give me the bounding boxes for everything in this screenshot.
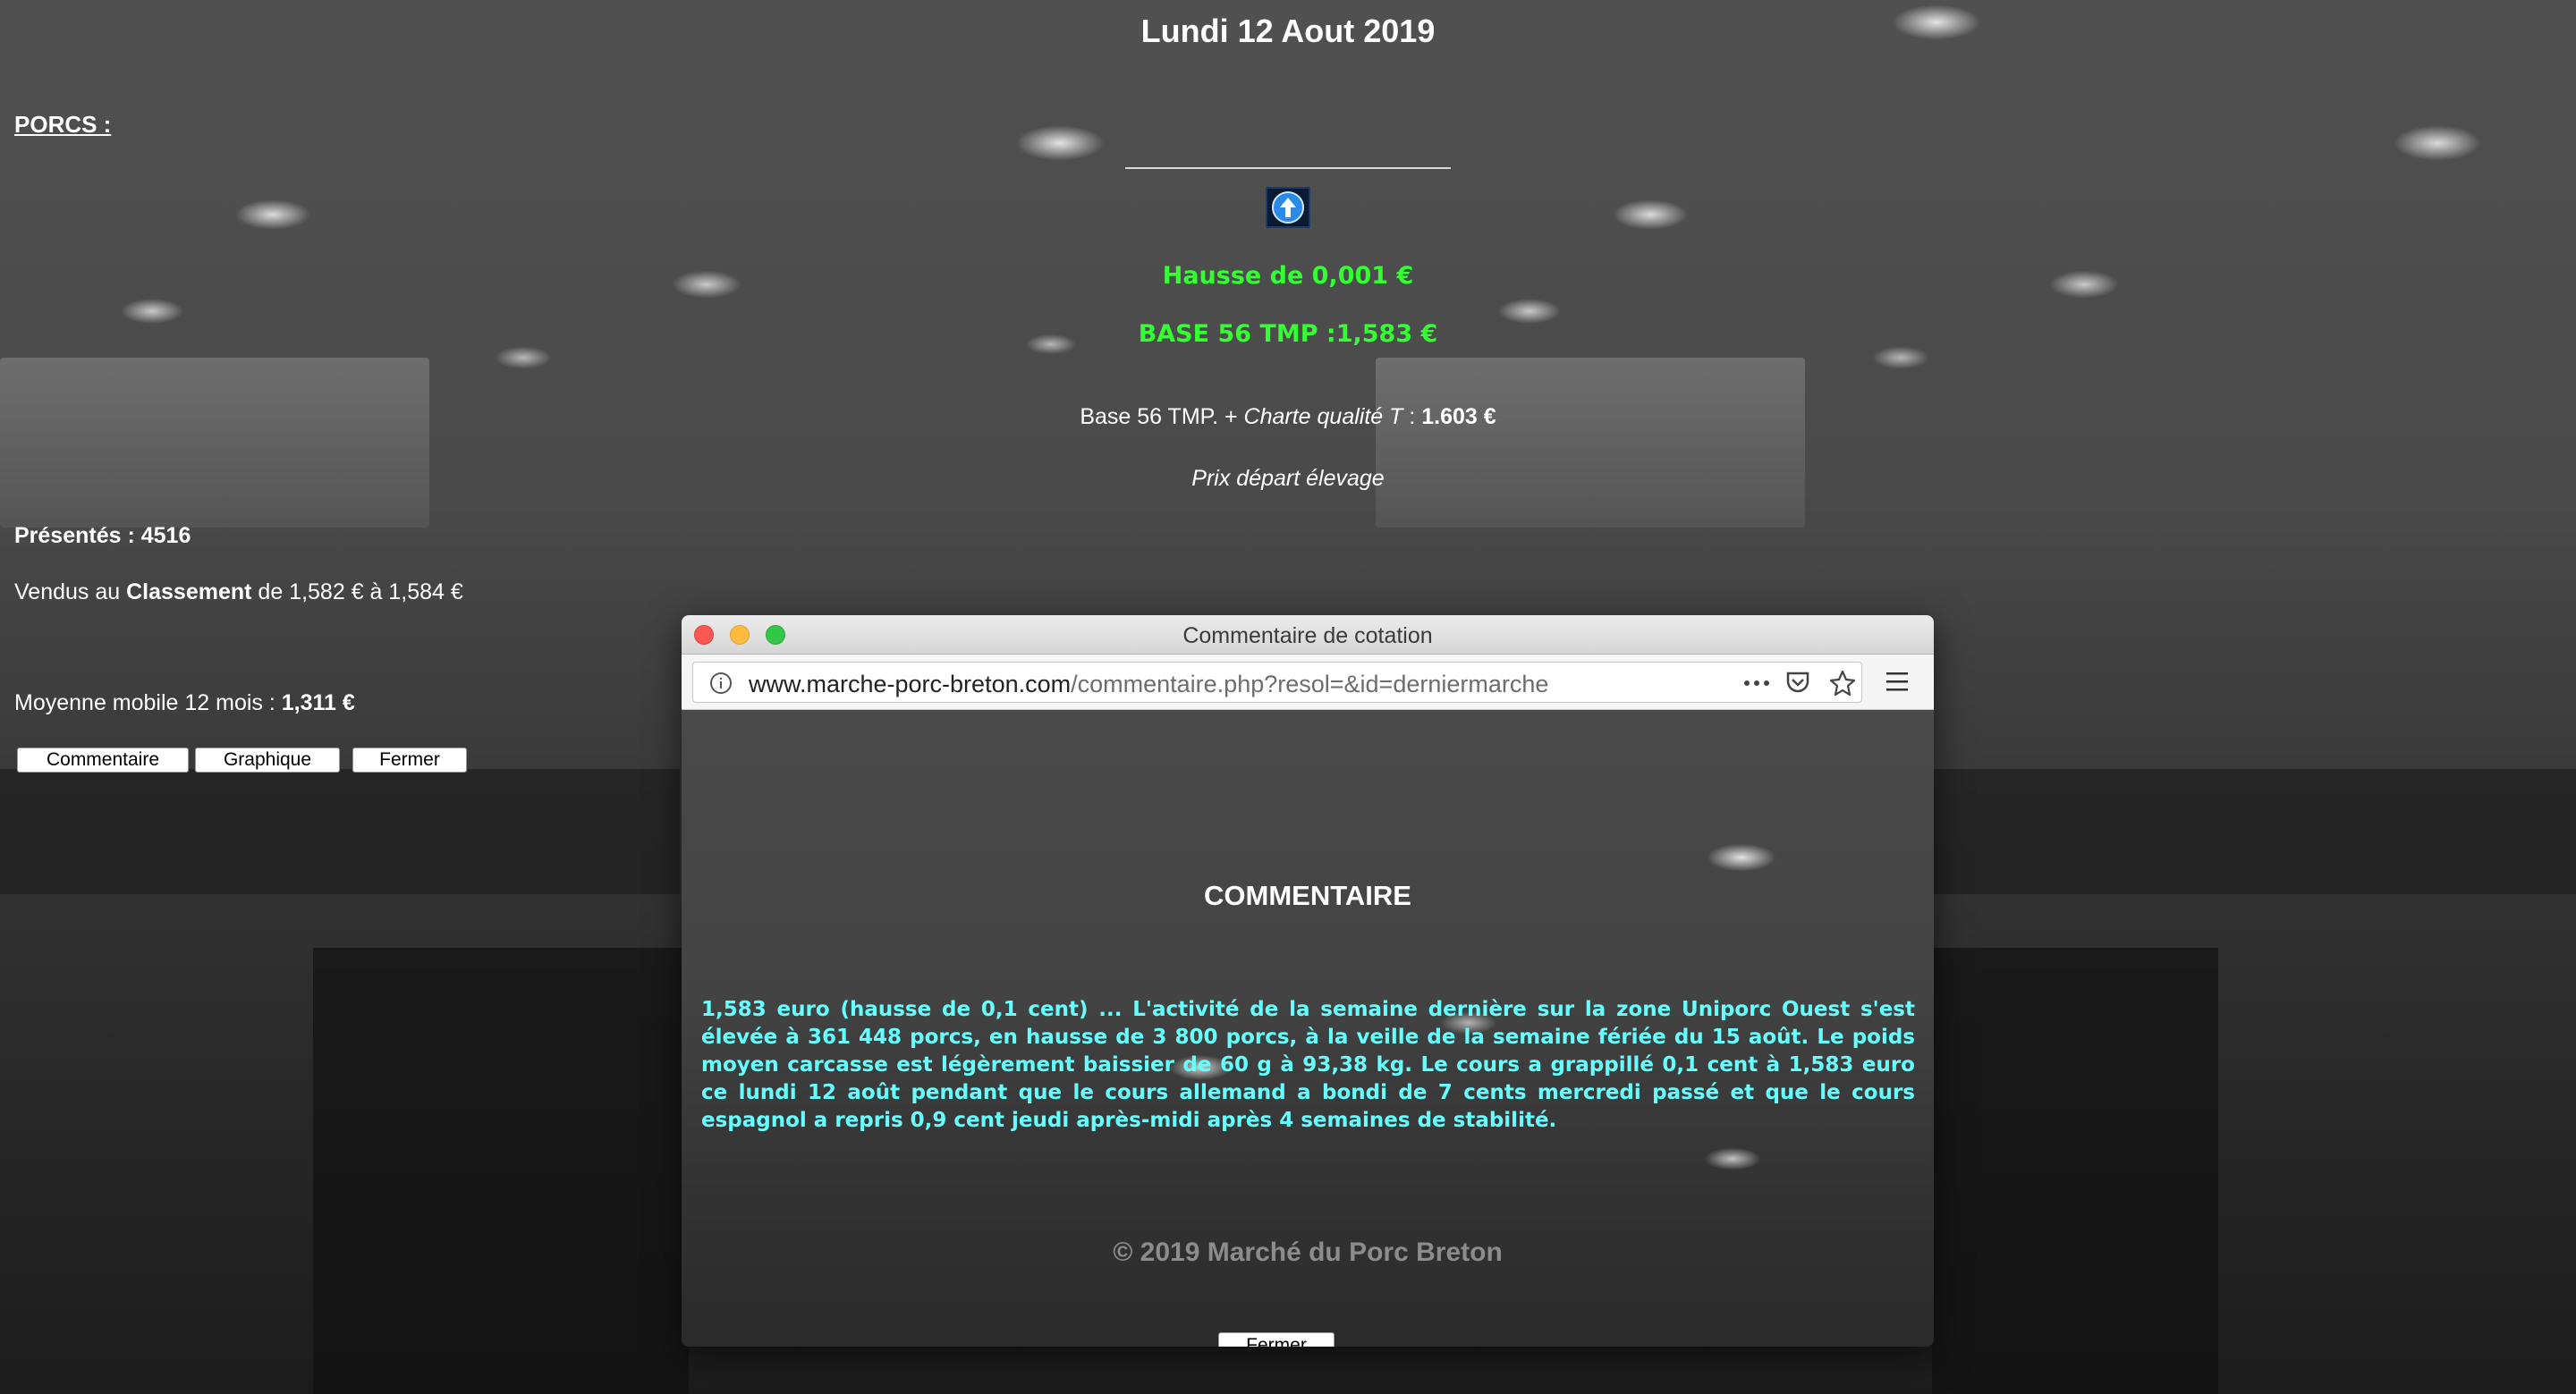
- moyenne-value: 1,311 €: [281, 690, 355, 715]
- vendus-line: Vendus au Classement de 1,582 € à 1,584 …: [14, 579, 463, 605]
- url-domain: www.marche-porc-breton.com: [749, 671, 1072, 697]
- window-title: Commentaire de cotation: [1182, 623, 1433, 648]
- url-text[interactable]: www.marche-porc-breton.com/commentaire.p…: [749, 671, 1548, 698]
- copyright: © 2019 Marché du Porc Breton: [1113, 1238, 1503, 1267]
- presentes-label: Présentés :: [14, 523, 141, 548]
- base-price: BASE 56 TMP :1,583 €: [1138, 320, 1438, 348]
- prix-depart: Prix départ élevage: [1191, 466, 1385, 491]
- vendus-prefix: Vendus au: [14, 579, 127, 604]
- presentes-value: 4516: [140, 523, 191, 548]
- comment-heading: COMMENTAIRE: [1204, 880, 1411, 911]
- up-arrow-icon: [1266, 187, 1310, 228]
- moyenne-label: Moyenne mobile 12 mois :: [14, 690, 282, 715]
- charte-label: Charte qualité T: [1243, 404, 1403, 429]
- comment-text: 1,583 euro (hausse de 0,1 cent) ... L'ac…: [701, 998, 1915, 1132]
- charte-separator: :: [1402, 404, 1422, 429]
- info-icon[interactable]: [709, 672, 733, 699]
- charte-line: Base 56 TMP. + Charte qualité T : 1.603 …: [930, 404, 1646, 430]
- presentes-line: Présentés : 4516: [14, 523, 191, 549]
- popup-content: COMMENTAIRE 1,583 euro (hausse de 0,1 ce…: [682, 710, 1934, 1347]
- vendus-range: de 1,582 € à 1,584 €: [251, 579, 463, 604]
- url-bar[interactable]: www.marche-porc-breton.com/commentaire.p…: [692, 662, 1862, 703]
- commentaire-button[interactable]: Commentaire: [17, 748, 189, 773]
- graphique-button[interactable]: Graphique: [195, 748, 340, 773]
- divider: [1125, 167, 1451, 169]
- url-path: /commentaire.php?resol=&id=derniermarche: [1071, 671, 1549, 697]
- fermer-button[interactable]: Fermer: [352, 748, 467, 773]
- section-title: PORCS :: [14, 111, 112, 138]
- more-icon[interactable]: [1741, 672, 1772, 699]
- popup-close-button[interactable]: Fermer: [1218, 1332, 1335, 1347]
- page-date: Lundi 12 Aout 2019: [1140, 13, 1436, 49]
- menu-icon[interactable]: [1885, 671, 1909, 697]
- price-change: Hausse de 0,001 €: [1162, 262, 1414, 290]
- browser-toolbar: www.marche-porc-breton.com/commentaire.p…: [682, 655, 1934, 710]
- moyenne-line: Moyenne mobile 12 mois : 1,311 €: [14, 690, 355, 716]
- charte-value: 1.603 €: [1421, 404, 1496, 429]
- charte-prefix: Base 56 TMP. +: [1080, 404, 1244, 429]
- vendus-label: Classement: [126, 579, 252, 604]
- comment-popup-window: Commentaire de cotation www.marche-porc-…: [682, 615, 1934, 1347]
- window-titlebar[interactable]: Commentaire de cotation: [682, 615, 1934, 655]
- star-icon[interactable]: [1829, 670, 1856, 701]
- pocket-icon[interactable]: [1784, 671, 1811, 700]
